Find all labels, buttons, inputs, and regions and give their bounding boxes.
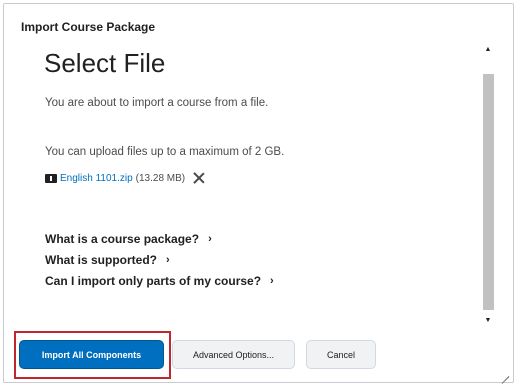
help-link-import-parts[interactable]: Can I import only parts of my course? › xyxy=(45,270,274,291)
vertical-scrollbar[interactable]: ▲ ▼ xyxy=(481,42,495,327)
upload-limit-text: You can upload files up to a maximum of … xyxy=(45,146,285,158)
file-name-link[interactable]: English 1101.zip xyxy=(60,173,133,184)
cancel-button[interactable]: Cancel xyxy=(306,340,376,369)
zip-file-icon xyxy=(45,173,57,183)
uploaded-file-row: English 1101.zip (13.28 MB) xyxy=(45,170,205,186)
dialog-content: Select File You are about to import a co… xyxy=(4,42,480,322)
intro-text: You are about to import a course from a … xyxy=(45,97,269,109)
scroll-up-arrow-icon[interactable]: ▲ xyxy=(481,42,495,56)
help-link-label: What is supported? xyxy=(45,252,157,267)
file-size: (13.28 MB) xyxy=(135,172,186,184)
import-all-components-button[interactable]: Import All Components xyxy=(19,340,164,369)
remove-file-close-icon[interactable] xyxy=(193,172,205,184)
help-link-label: Can I import only parts of my course? xyxy=(45,273,262,288)
chevron-right-icon: › xyxy=(270,274,274,287)
help-link-label: What is a course package? xyxy=(45,231,200,246)
dialog-footer: Import All Components Advanced Options..… xyxy=(4,326,513,382)
help-link-what-is-supported[interactable]: What is supported? › xyxy=(45,249,274,270)
chevron-right-icon: › xyxy=(166,253,170,266)
scrollbar-thumb[interactable] xyxy=(483,74,494,310)
dialog-title: Import Course Package xyxy=(21,20,156,34)
page-title: Select File xyxy=(44,48,166,78)
chevron-right-icon: › xyxy=(208,232,212,245)
resize-handle-icon[interactable] xyxy=(499,368,509,378)
help-links: What is a course package? › What is supp… xyxy=(45,228,274,291)
import-course-dialog: Import Course Package Select File You ar… xyxy=(3,3,514,383)
advanced-options-button[interactable]: Advanced Options... xyxy=(172,340,295,369)
scroll-down-arrow-icon[interactable]: ▼ xyxy=(481,313,495,327)
help-link-course-package[interactable]: What is a course package? › xyxy=(45,228,274,249)
